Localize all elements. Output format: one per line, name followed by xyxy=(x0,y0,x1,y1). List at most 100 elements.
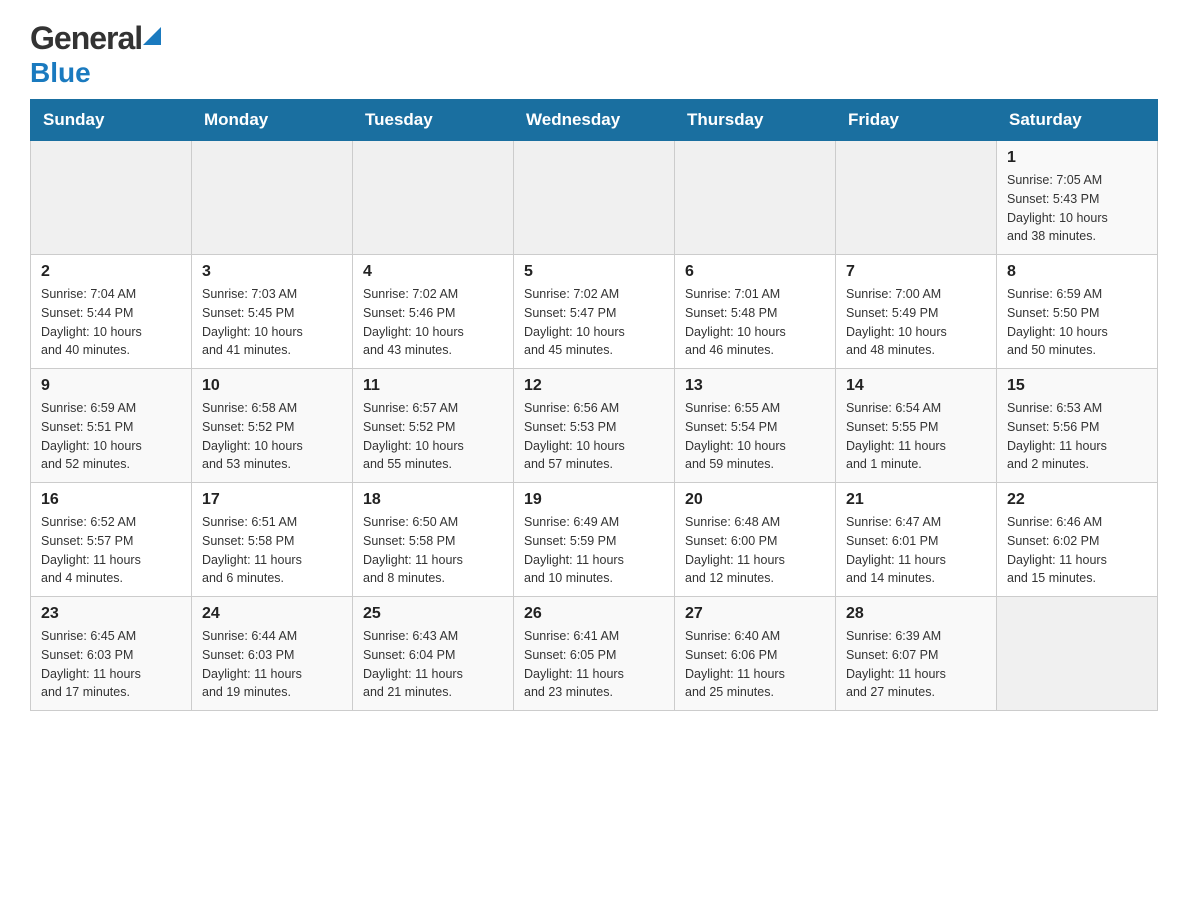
day-number: 16 xyxy=(41,491,181,509)
day-number: 28 xyxy=(846,605,986,623)
calendar-cell: 7 Sunrise: 7:00 AM Sunset: 5:49 PM Daylig… xyxy=(836,255,997,369)
calendar-table: SundayMondayTuesdayWednesdayThursdayFrid… xyxy=(30,99,1158,711)
day-number: 11 xyxy=(363,377,503,395)
day-number: 12 xyxy=(524,377,664,395)
day-info: Sunrise: 6:54 AM Sunset: 5:55 PM Dayligh… xyxy=(846,399,986,474)
calendar-cell: 21 Sunrise: 6:47 AM Sunset: 6:01 PM Dayli… xyxy=(836,483,997,597)
day-number: 14 xyxy=(846,377,986,395)
day-info: Sunrise: 6:57 AM Sunset: 5:52 PM Dayligh… xyxy=(363,399,503,474)
logo-triangle-icon xyxy=(143,23,161,50)
logo: General Blue xyxy=(30,20,161,89)
calendar-cell: 19 Sunrise: 6:49 AM Sunset: 5:59 PM Dayli… xyxy=(514,483,675,597)
weekday-header-thursday: Thursday xyxy=(675,100,836,141)
day-number: 3 xyxy=(202,263,342,281)
day-number: 18 xyxy=(363,491,503,509)
day-number: 4 xyxy=(363,263,503,281)
calendar-cell: 13 Sunrise: 6:55 AM Sunset: 5:54 PM Dayli… xyxy=(675,369,836,483)
day-number: 1 xyxy=(1007,149,1147,167)
day-number: 26 xyxy=(524,605,664,623)
weekday-header-tuesday: Tuesday xyxy=(353,100,514,141)
day-info: Sunrise: 6:43 AM Sunset: 6:04 PM Dayligh… xyxy=(363,627,503,702)
day-number: 25 xyxy=(363,605,503,623)
day-number: 22 xyxy=(1007,491,1147,509)
day-info: Sunrise: 6:52 AM Sunset: 5:57 PM Dayligh… xyxy=(41,513,181,588)
day-info: Sunrise: 6:51 AM Sunset: 5:58 PM Dayligh… xyxy=(202,513,342,588)
weekday-header-sunday: Sunday xyxy=(31,100,192,141)
calendar-cell xyxy=(997,597,1158,711)
calendar-cell: 8Sunrise: 6:59 AM Sunset: 5:50 PM Daylig… xyxy=(997,255,1158,369)
day-info: Sunrise: 7:03 AM Sunset: 5:45 PM Dayligh… xyxy=(202,285,342,360)
weekday-header-wednesday: Wednesday xyxy=(514,100,675,141)
calendar-cell: 10 Sunrise: 6:58 AM Sunset: 5:52 PM Dayli… xyxy=(192,369,353,483)
day-info: Sunrise: 6:45 AM Sunset: 6:03 PM Dayligh… xyxy=(41,627,181,702)
day-number: 7 xyxy=(846,263,986,281)
day-info: Sunrise: 7:02 AM Sunset: 5:46 PM Dayligh… xyxy=(363,285,503,360)
calendar-cell: 9 Sunrise: 6:59 AM Sunset: 5:51 PM Daylig… xyxy=(31,369,192,483)
calendar-cell: 23 Sunrise: 6:45 AM Sunset: 6:03 PM Dayli… xyxy=(31,597,192,711)
calendar-cell: 24 Sunrise: 6:44 AM Sunset: 6:03 PM Dayli… xyxy=(192,597,353,711)
calendar-cell: 14 Sunrise: 6:54 AM Sunset: 5:55 PM Dayli… xyxy=(836,369,997,483)
calendar-cell: 12 Sunrise: 6:56 AM Sunset: 5:53 PM Dayli… xyxy=(514,369,675,483)
day-number: 23 xyxy=(41,605,181,623)
day-info: Sunrise: 7:01 AM Sunset: 5:48 PM Dayligh… xyxy=(685,285,825,360)
calendar-cell: 17 Sunrise: 6:51 AM Sunset: 5:58 PM Dayli… xyxy=(192,483,353,597)
calendar-cell: 1 Sunrise: 7:05 AM Sunset: 5:43 PM Daylig… xyxy=(997,141,1158,255)
calendar-week-row: 2Sunrise: 7:04 AM Sunset: 5:44 PM Daylig… xyxy=(31,255,1158,369)
calendar-cell: 5 Sunrise: 7:02 AM Sunset: 5:47 PM Daylig… xyxy=(514,255,675,369)
calendar-cell xyxy=(192,141,353,255)
page-header: General Blue xyxy=(30,20,1158,89)
calendar-week-row: 23 Sunrise: 6:45 AM Sunset: 6:03 PM Dayli… xyxy=(31,597,1158,711)
calendar-cell: 26 Sunrise: 6:41 AM Sunset: 6:05 PM Dayli… xyxy=(514,597,675,711)
calendar-cell: 3 Sunrise: 7:03 AM Sunset: 5:45 PM Daylig… xyxy=(192,255,353,369)
day-number: 13 xyxy=(685,377,825,395)
calendar-week-row: 1 Sunrise: 7:05 AM Sunset: 5:43 PM Daylig… xyxy=(31,141,1158,255)
logo-general-text: General xyxy=(30,20,142,57)
day-number: 10 xyxy=(202,377,342,395)
calendar-cell: 15Sunrise: 6:53 AM Sunset: 5:56 PM Dayli… xyxy=(997,369,1158,483)
day-info: Sunrise: 7:02 AM Sunset: 5:47 PM Dayligh… xyxy=(524,285,664,360)
day-info: Sunrise: 6:58 AM Sunset: 5:52 PM Dayligh… xyxy=(202,399,342,474)
day-info: Sunrise: 6:49 AM Sunset: 5:59 PM Dayligh… xyxy=(524,513,664,588)
calendar-week-row: 9 Sunrise: 6:59 AM Sunset: 5:51 PM Daylig… xyxy=(31,369,1158,483)
day-info: Sunrise: 6:59 AM Sunset: 5:51 PM Dayligh… xyxy=(41,399,181,474)
calendar-cell: 18 Sunrise: 6:50 AM Sunset: 5:58 PM Dayli… xyxy=(353,483,514,597)
calendar-cell: 4 Sunrise: 7:02 AM Sunset: 5:46 PM Daylig… xyxy=(353,255,514,369)
day-info: Sunrise: 6:39 AM Sunset: 6:07 PM Dayligh… xyxy=(846,627,986,702)
day-number: 5 xyxy=(524,263,664,281)
day-info: Sunrise: 6:50 AM Sunset: 5:58 PM Dayligh… xyxy=(363,513,503,588)
calendar-cell: 27 Sunrise: 6:40 AM Sunset: 6:06 PM Dayli… xyxy=(675,597,836,711)
day-number: 19 xyxy=(524,491,664,509)
day-info: Sunrise: 6:46 AM Sunset: 6:02 PM Dayligh… xyxy=(1007,513,1147,588)
day-info: Sunrise: 6:40 AM Sunset: 6:06 PM Dayligh… xyxy=(685,627,825,702)
day-number: 9 xyxy=(41,377,181,395)
weekday-header-saturday: Saturday xyxy=(997,100,1158,141)
day-info: Sunrise: 6:48 AM Sunset: 6:00 PM Dayligh… xyxy=(685,513,825,588)
day-info: Sunrise: 6:41 AM Sunset: 6:05 PM Dayligh… xyxy=(524,627,664,702)
day-info: Sunrise: 7:00 AM Sunset: 5:49 PM Dayligh… xyxy=(846,285,986,360)
calendar-header-row: SundayMondayTuesdayWednesdayThursdayFrid… xyxy=(31,100,1158,141)
day-number: 15 xyxy=(1007,377,1147,395)
calendar-cell: 16 Sunrise: 6:52 AM Sunset: 5:57 PM Dayli… xyxy=(31,483,192,597)
calendar-cell: 28 Sunrise: 6:39 AM Sunset: 6:07 PM Dayli… xyxy=(836,597,997,711)
calendar-cell: 2Sunrise: 7:04 AM Sunset: 5:44 PM Daylig… xyxy=(31,255,192,369)
day-info: Sunrise: 6:59 AM Sunset: 5:50 PM Dayligh… xyxy=(1007,285,1147,360)
day-number: 24 xyxy=(202,605,342,623)
day-number: 20 xyxy=(685,491,825,509)
day-info: Sunrise: 6:47 AM Sunset: 6:01 PM Dayligh… xyxy=(846,513,986,588)
calendar-cell xyxy=(836,141,997,255)
calendar-cell xyxy=(514,141,675,255)
day-info: Sunrise: 6:55 AM Sunset: 5:54 PM Dayligh… xyxy=(685,399,825,474)
calendar-cell: 25 Sunrise: 6:43 AM Sunset: 6:04 PM Dayli… xyxy=(353,597,514,711)
calendar-cell xyxy=(353,141,514,255)
day-info: Sunrise: 7:05 AM Sunset: 5:43 PM Dayligh… xyxy=(1007,171,1147,246)
day-info: Sunrise: 6:56 AM Sunset: 5:53 PM Dayligh… xyxy=(524,399,664,474)
weekday-header-monday: Monday xyxy=(192,100,353,141)
day-number: 21 xyxy=(846,491,986,509)
calendar-cell xyxy=(675,141,836,255)
calendar-cell: 6Sunrise: 7:01 AM Sunset: 5:48 PM Daylig… xyxy=(675,255,836,369)
calendar-cell: 22 Sunrise: 6:46 AM Sunset: 6:02 PM Dayli… xyxy=(997,483,1158,597)
day-number: 27 xyxy=(685,605,825,623)
day-info: Sunrise: 6:44 AM Sunset: 6:03 PM Dayligh… xyxy=(202,627,342,702)
calendar-cell: 11 Sunrise: 6:57 AM Sunset: 5:52 PM Dayli… xyxy=(353,369,514,483)
day-number: 17 xyxy=(202,491,342,509)
